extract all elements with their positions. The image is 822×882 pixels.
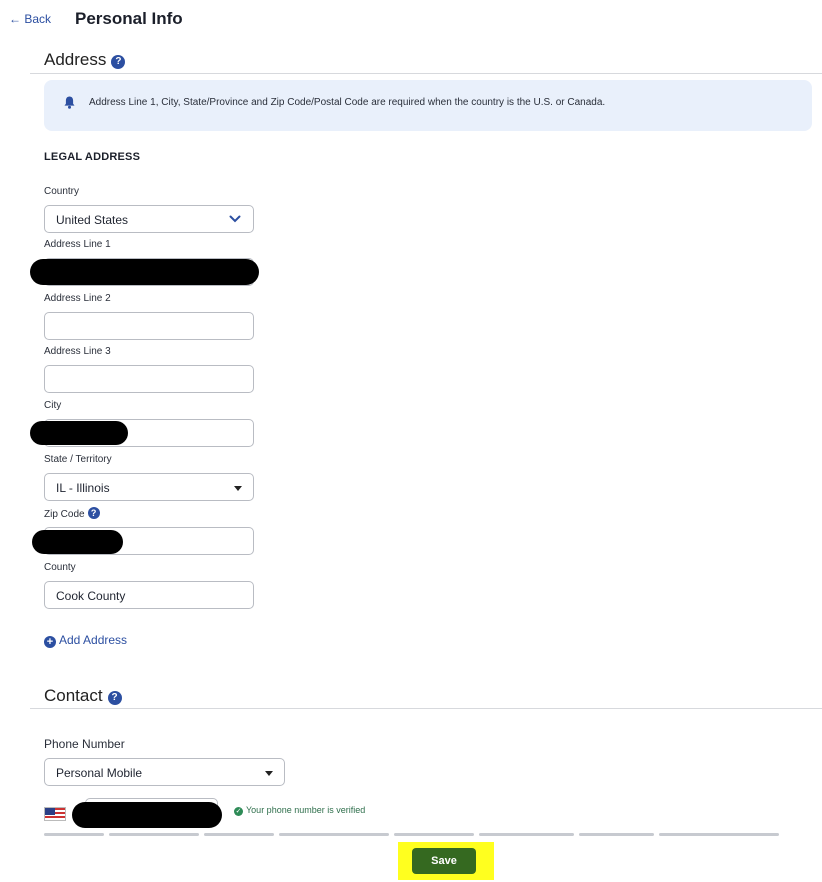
redaction-bar: [30, 421, 128, 445]
save-button[interactable]: Save: [412, 848, 476, 874]
add-address-link[interactable]: + Add Address: [44, 633, 127, 648]
state-label: State / Territory: [44, 454, 112, 465]
county-input[interactable]: Cook County: [44, 581, 254, 609]
help-icon[interactable]: ?: [107, 691, 122, 705]
address-line-3-label: Address Line 3: [44, 346, 111, 357]
address-divider: [30, 73, 822, 74]
zip-label: Zip Code?: [44, 507, 100, 520]
bell-icon: [64, 96, 75, 109]
verified-text: Your phone number is verified: [246, 805, 366, 815]
phone-type-value: Personal Mobile: [56, 766, 143, 780]
redaction-bar: [30, 259, 259, 285]
plus-circle-icon: +: [44, 636, 56, 648]
state-select[interactable]: IL - Illinois: [44, 473, 254, 501]
cut-off-text: [44, 830, 822, 839]
caret-down-icon: [234, 486, 242, 491]
address-notice: Address Line 1, City, State/Province and…: [44, 80, 812, 131]
contact-divider: [30, 708, 822, 709]
county-value: Cook County: [56, 589, 126, 603]
country-select[interactable]: United States: [44, 205, 254, 233]
address-title-text: Address: [44, 50, 107, 69]
address-line-2-label: Address Line 2: [44, 293, 111, 304]
legal-address-heading: LEGAL ADDRESS: [44, 151, 141, 163]
contact-section-title: Contact?: [44, 686, 122, 706]
phone-number-label: Phone Number: [44, 737, 125, 751]
state-value: IL - Illinois: [56, 481, 110, 495]
redaction-bar: [72, 802, 222, 828]
country-label: Country: [44, 186, 80, 197]
help-icon[interactable]: ?: [87, 507, 100, 519]
city-label: City: [44, 400, 62, 411]
address-line-1-label: Address Line 1: [44, 239, 111, 250]
zip-label-text: Zip Code: [44, 509, 85, 520]
phone-type-select[interactable]: Personal Mobile: [44, 758, 285, 786]
phone-verified-status: ✓ Your phone number is verified: [234, 805, 365, 816]
check-circle-icon: ✓: [234, 807, 243, 816]
chevron-down-icon: [229, 215, 241, 223]
page-title: Personal Info: [75, 9, 183, 28]
address-section-title: Address?: [44, 50, 126, 70]
help-icon[interactable]: ?: [111, 55, 126, 69]
back-link[interactable]: ← Back: [9, 12, 51, 26]
add-address-label: Add Address: [59, 633, 128, 647]
address-line-3-input[interactable]: [44, 365, 254, 393]
country-value: United States: [56, 213, 129, 227]
address-line-2-input[interactable]: [44, 312, 254, 340]
caret-down-icon: [265, 771, 273, 776]
us-flag-icon[interactable]: [44, 807, 66, 821]
redaction-bar: [32, 530, 123, 554]
county-label: County: [44, 562, 76, 573]
contact-title-text: Contact: [44, 686, 103, 705]
notice-text: Address Line 1, City, State/Province and…: [89, 97, 606, 108]
